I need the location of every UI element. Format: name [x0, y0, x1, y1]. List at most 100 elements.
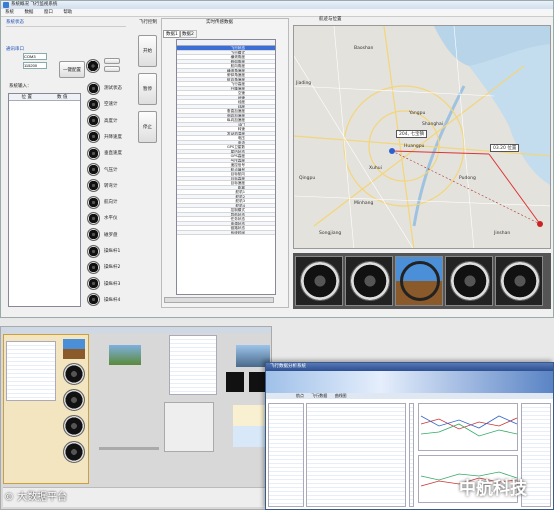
map-label: Songjiang	[319, 231, 342, 236]
port-field[interactable]	[23, 53, 47, 60]
flight-group-label: 飞行控制	[139, 20, 157, 25]
pause-button[interactable]: 暂停	[138, 73, 157, 105]
tab-strip: 航点 飞行数据 曲线图	[266, 393, 553, 399]
serial-label: 通讯串口	[6, 47, 24, 52]
instrument-item[interactable]: 操纵杆3	[87, 277, 120, 291]
attitude-panel	[395, 256, 443, 306]
instrument-item[interactable]: 操纵杆2	[87, 260, 120, 274]
instrument-label: 磁罗盘	[104, 232, 118, 238]
instrument-gauge-icon	[87, 163, 100, 176]
position-table[interactable]: 位 置 数 值	[8, 93, 81, 307]
baud-field[interactable]	[23, 62, 47, 69]
data-panel-title: 实时传感数据	[206, 20, 233, 25]
instrument-label: 空速计	[104, 102, 118, 108]
instrument-item[interactable]: 高度计	[87, 114, 118, 128]
river-line	[412, 85, 466, 227]
waypoint-b-icon[interactable]	[537, 221, 543, 227]
clock-panel	[445, 256, 493, 306]
instrument-item[interactable]: 操纵杆1	[87, 244, 120, 258]
route-line-1	[391, 150, 490, 155]
mini-map[interactable]	[164, 402, 214, 452]
marker-a-label: 204, 七宝镇	[396, 130, 427, 138]
map-label: Qingpu	[299, 176, 316, 181]
instrument-gauge-icon	[87, 260, 100, 274]
connect-button[interactable]: 一键配置	[59, 61, 85, 78]
tab-waypoint[interactable]: 航点	[296, 393, 304, 398]
analysis-banner	[266, 371, 553, 393]
menu-help[interactable]: 帮助	[63, 10, 72, 15]
instrument-gauge-icon	[87, 228, 100, 242]
status-lines	[6, 26, 126, 42]
marker-b-label: 03.20 位置	[490, 144, 520, 152]
table-scrollbar[interactable]	[409, 403, 414, 507]
waypoint-a-icon[interactable]	[389, 148, 395, 154]
nav-list[interactable]	[268, 403, 304, 507]
instrument-list: 测试状态空速计高度计升降速度垂直速度气压计转弯计航向计水平仪磁罗盘操纵杆1 操纵杆…	[87, 81, 137, 311]
data-row[interactable]: 系统时间	[177, 230, 275, 235]
menu-system[interactable]: 系统	[5, 10, 14, 15]
map-label: Pudong	[459, 176, 476, 181]
instrument-gauge-icon	[87, 244, 100, 258]
estuary-area	[469, 44, 550, 185]
gauge-mini-icon	[63, 415, 85, 437]
clock-gauge-icon	[450, 261, 490, 301]
menu-data[interactable]: 数据	[24, 10, 33, 15]
instrument-item[interactable]: 升降速度	[87, 130, 122, 144]
tab-data-2[interactable]: 数据2	[179, 30, 197, 38]
camera-view-1	[226, 372, 244, 392]
instrument-label: 水平仪	[104, 216, 118, 222]
map-label: Yangpu	[409, 111, 426, 116]
instrument-item[interactable]: 航向计	[87, 195, 118, 209]
instrument-label: 转弯计	[104, 183, 118, 189]
compass-gauge-icon	[86, 59, 100, 73]
instrument-item[interactable]: 测试状态	[87, 81, 122, 95]
instrument-label: 高度计	[104, 118, 118, 124]
sensor-data-table[interactable]: 飞行状态 飞行模式 横滚角度 俯仰角度 航向角度 横滚角速度 俯仰角速度 航向角速度 飞行高度升…	[176, 39, 276, 295]
map-view[interactable]: Baoshan Jiading Qingpu Yangpu Huangpu Xu…	[293, 25, 551, 249]
instrument-item[interactable]: 气压计	[87, 163, 118, 177]
heading-panel	[495, 256, 543, 306]
app-icon	[3, 2, 9, 8]
start-button[interactable]: 开始	[138, 35, 157, 67]
table-header-position: 位 置	[21, 95, 32, 100]
instrument-item[interactable]: 转弯计	[87, 179, 118, 193]
instrument-item[interactable]: 操纵杆4	[87, 293, 120, 307]
small-button-2[interactable]	[104, 66, 120, 72]
instrument-gauge-icon	[87, 293, 100, 307]
instrument-gauge-icon	[87, 114, 100, 128]
instrument-label: 操纵杆3	[104, 281, 121, 287]
curve-chart-top-lines	[420, 415, 518, 437]
slider-track[interactable]	[99, 447, 159, 450]
instrument-item[interactable]: 磁罗盘	[87, 228, 118, 242]
param-list	[6, 341, 56, 401]
window-title: 系统概况 飞行监视系统	[11, 2, 58, 7]
instrument-gauge-icon	[87, 146, 100, 160]
stop-button[interactable]: 停止	[138, 111, 157, 143]
map-label: Xuhui	[369, 166, 382, 171]
instrument-gauge-icon	[87, 195, 100, 209]
heading-gauge-icon	[500, 261, 540, 301]
curve-chart-top	[418, 403, 518, 451]
map-label: Shanghai	[422, 122, 444, 127]
table-header-value: 数 值	[57, 95, 68, 100]
map-label: Baoshan	[354, 46, 374, 51]
instrument-item[interactable]: 垂直速度	[87, 146, 122, 160]
instrument-item[interactable]: 空速计	[87, 97, 118, 111]
instrument-label: 操纵杆1	[104, 249, 121, 254]
tab-curves[interactable]: 曲线图	[335, 393, 347, 398]
tab-flight-data[interactable]: 飞行数据	[311, 393, 327, 398]
instrument-label: 操纵杆4	[104, 297, 121, 303]
small-button-1[interactable]	[104, 58, 120, 64]
instrument-gauge-icon	[87, 81, 100, 95]
horizontal-scrollbar[interactable]	[164, 297, 274, 303]
menu-window[interactable]: 窗口	[44, 10, 53, 15]
source-watermark: © 大数据平台	[4, 492, 68, 503]
aerial-photo	[109, 345, 141, 365]
brand-watermark: 中航科技	[459, 479, 527, 499]
map-label: Huangpu	[404, 144, 425, 149]
window-titlebar: 系统概况 飞行监视系统	[1, 1, 553, 9]
attitude-indicator-icon	[400, 261, 440, 301]
flight-data-table[interactable]	[306, 403, 406, 507]
map-label: Jiading	[296, 81, 312, 86]
instrument-item[interactable]: 水平仪	[87, 211, 118, 225]
